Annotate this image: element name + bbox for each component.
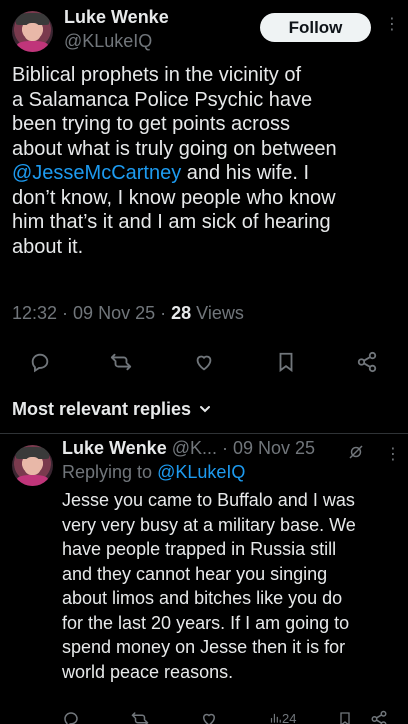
- reply-reply-icon[interactable]: [62, 710, 80, 724]
- reply-line: Jesse you came to Buffalo and I was: [62, 490, 355, 510]
- mention-link[interactable]: @JesseMcCartney: [12, 162, 181, 184]
- grok-icon[interactable]: [347, 443, 365, 461]
- post-line: been trying to get points across: [12, 113, 290, 135]
- author-handle[interactable]: @KLukeIQ: [64, 31, 152, 52]
- replies-sort-label: Most relevant replies: [12, 399, 192, 419]
- reply-header: Luke Wenke @K... · 09 Nov 25: [62, 438, 316, 458]
- reply-icon[interactable]: [29, 351, 51, 373]
- reply-line: for the last 20 years. If I am going to: [62, 612, 350, 633]
- post-line: don’t know, I know people who know: [12, 186, 336, 209]
- reply-repost-icon[interactable]: [131, 710, 149, 724]
- reply-author-handle[interactable]: @K...: [172, 438, 217, 458]
- reply-line: about limos and bitches like you do: [62, 588, 343, 608]
- share-icon[interactable]: [356, 351, 378, 373]
- chevron-down-icon: [198, 399, 212, 424]
- reply-like-icon[interactable]: [200, 710, 218, 724]
- post-line: him that’s it and I am sick of hearing: [12, 211, 331, 233]
- post-line: about it.: [12, 235, 84, 258]
- post-line: @JesseMcCartney and his wife. I: [12, 161, 404, 186]
- post-time[interactable]: 12:32: [12, 303, 57, 323]
- post-text-segment: and his wife. I: [181, 162, 310, 184]
- post-date[interactable]: 09 Nov 25: [73, 303, 155, 323]
- post-line: Biblical prophets in the vicinity of: [12, 64, 302, 86]
- post-line: about what is truly going on between: [12, 137, 337, 160]
- views-label: Views: [191, 303, 244, 323]
- reply-views-count: 24: [282, 711, 297, 724]
- reply-share-icon[interactable]: [370, 710, 388, 724]
- post-line: a Salamanca Police Psychic have: [12, 88, 313, 111]
- divider: [0, 433, 408, 434]
- reply-line: have people trapped in Russia still: [62, 539, 337, 559]
- views-icon: [268, 711, 282, 724]
- bookmark-icon[interactable]: [275, 351, 297, 373]
- replying-to-handle[interactable]: @KLukeIQ: [157, 462, 245, 482]
- repost-icon[interactable]: [110, 351, 132, 373]
- post-text: Biblical prophets in the vicinity of a S…: [12, 63, 404, 259]
- reply-line: and they cannot hear you singing: [62, 563, 328, 584]
- replying-to: Replying to @KLukeIQ: [62, 462, 246, 482]
- post-metadata: 12:32 · 09 Nov 25 · 28 Views: [12, 303, 244, 323]
- reply-bookmark-icon[interactable]: [337, 710, 353, 724]
- reply-text: Jesse you came to Buffalo and I was very…: [62, 488, 406, 684]
- reply-date[interactable]: 09 Nov 25: [233, 438, 315, 458]
- reply-more-options-icon[interactable]: ⋮: [385, 444, 401, 464]
- more-options-icon[interactable]: ⋮: [384, 17, 400, 33]
- reply-views[interactable]: 24: [268, 711, 296, 724]
- views-count: 28: [171, 303, 192, 323]
- author-name[interactable]: Luke Wenke: [64, 7, 169, 28]
- reply-author-avatar[interactable]: [12, 445, 53, 486]
- follow-button[interactable]: Follow: [260, 13, 371, 42]
- replies-sort-dropdown[interactable]: Most relevant replies: [12, 399, 212, 424]
- like-icon[interactable]: [193, 351, 215, 373]
- reply-author-name[interactable]: Luke Wenke: [62, 438, 167, 458]
- reply-line: world peace reasons.: [62, 661, 234, 682]
- reply-line: very very busy at a military base. We: [62, 514, 356, 535]
- author-avatar[interactable]: [12, 11, 53, 52]
- reply-line: spend money on Jesse then it is for: [62, 637, 346, 657]
